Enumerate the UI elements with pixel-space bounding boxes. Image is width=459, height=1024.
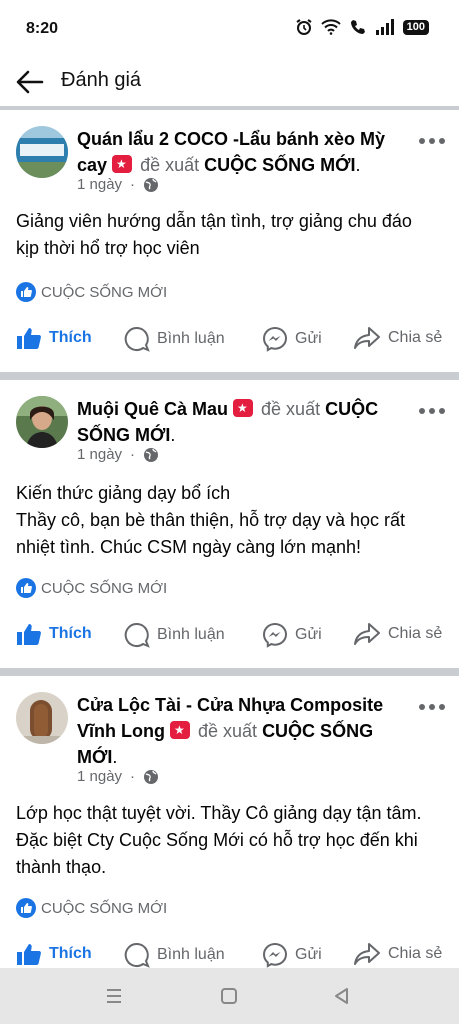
comment-label: Bình luận (157, 626, 225, 643)
post-time[interactable]: 1 ngày (77, 768, 122, 785)
globe-icon (144, 769, 159, 784)
avatar[interactable] (16, 396, 68, 448)
recommend-verb: đề xuất (198, 721, 258, 741)
recommend-verb: đề xuất (261, 399, 321, 419)
messenger-icon (262, 942, 288, 968)
send-button[interactable]: Gửi (262, 326, 322, 352)
like-label: Thích (49, 945, 92, 962)
share-label: Chia sẻ (388, 945, 443, 962)
like-summary-text: CUỘC SỐNG MỚI (41, 579, 168, 597)
review-header: Muội Quê Cà Mau đề xuất CUỘC SỐNG MỚI. (77, 396, 407, 448)
like-summary-text: CUỘC SỐNG MỚI (41, 283, 168, 301)
recommend-icon (112, 155, 133, 173)
like-button[interactable]: Thích (16, 942, 92, 966)
thumbs-up-icon (17, 328, 41, 349)
share-button[interactable]: Chia sẻ (353, 942, 442, 966)
comment-icon (124, 622, 150, 648)
signal-icon (375, 19, 394, 35)
wifi-icon (320, 19, 341, 35)
globe-icon (144, 177, 159, 192)
like-summary[interactable]: CUỘC SỐNG MỚI (16, 578, 167, 598)
section-divider (0, 106, 459, 110)
reviewer-name[interactable]: Muội Quê Cà Mau (77, 399, 228, 419)
comment-icon (124, 326, 150, 352)
review-post: Cửa Lộc Tài - Cửa Nhựa Composite Vĩnh Lo… (0, 692, 459, 968)
more-options-icon[interactable] (419, 704, 445, 712)
app-header: Đánh giá (0, 58, 459, 106)
comment-button[interactable]: Bình luận (124, 326, 225, 352)
send-label: Gửi (295, 330, 322, 347)
share-icon (354, 943, 380, 965)
action-bar: Thích Bình luận Gửi Chia sẻ (0, 622, 459, 652)
review-post: Muội Quê Cà Mau đề xuất CUỘC SỐNG MỚI. 1… (0, 396, 459, 656)
review-post: Quán lẩu 2 COCO -Lẩu bánh xèo Mỳ cay đề … (0, 126, 459, 366)
comment-button[interactable]: Bình luận (124, 622, 225, 648)
thumbs-up-icon (17, 944, 41, 965)
send-label: Gửi (295, 946, 322, 963)
review-header: Quán lẩu 2 COCO -Lẩu bánh xèo Mỳ cay đề … (77, 126, 407, 178)
send-button[interactable]: Gửi (262, 622, 322, 648)
like-summary[interactable]: CUỘC SỐNG MỚI (16, 282, 167, 302)
like-button[interactable]: Thích (16, 622, 92, 646)
system-nav-bar (0, 968, 459, 1024)
page-name[interactable]: CUỘC SỐNG MỚI (204, 155, 355, 175)
globe-icon (144, 447, 159, 462)
comment-button[interactable]: Bình luận (124, 942, 225, 968)
thumbs-up-icon (17, 624, 41, 645)
share-button[interactable]: Chia sẻ (353, 622, 442, 646)
status-icons: 100 (295, 18, 429, 36)
messenger-icon (262, 622, 288, 648)
recent-apps-icon[interactable] (104, 986, 124, 1006)
status-time: 8:20 (26, 20, 59, 37)
review-text: Giảng viên hướng dẫn tận tình, trợ giảng… (16, 211, 412, 258)
recommend-verb: đề xuất (140, 155, 200, 175)
avatar[interactable] (16, 126, 68, 178)
share-icon (354, 623, 380, 645)
post-separator (0, 668, 459, 676)
alarm-icon (296, 19, 312, 35)
action-bar: Thích Bình luận Gửi Chia sẻ (0, 326, 459, 356)
review-text: Kiến thức giảng dạy bổ ích Thầy cô, bạn … (16, 483, 406, 557)
share-label: Chia sẻ (388, 625, 443, 642)
share-button[interactable]: Chia sẻ (353, 326, 442, 350)
home-icon[interactable] (219, 986, 239, 1006)
like-summary[interactable]: CUỘC SỐNG MỚI (16, 898, 167, 918)
comment-label: Bình luận (157, 330, 225, 347)
like-label: Thích (49, 625, 92, 642)
review-text: Lớp học thật tuyệt vời. Thầy Cô giảng dạ… (16, 803, 422, 877)
post-meta: 1 ngày · (77, 176, 159, 193)
messenger-icon (262, 326, 288, 352)
page-title: Đánh giá (61, 69, 142, 91)
post-meta: 1 ngày · (77, 446, 159, 463)
share-icon (354, 327, 380, 349)
comment-label: Bình luận (157, 946, 225, 963)
like-summary-text: CUỘC SỐNG MỚI (41, 899, 168, 917)
like-label: Thích (49, 329, 92, 346)
recommend-icon (169, 721, 190, 739)
status-bar: 8:20 100 (0, 0, 459, 58)
send-button[interactable]: Gửi (262, 942, 322, 968)
back-icon[interactable] (332, 986, 352, 1006)
post-time[interactable]: 1 ngày (77, 176, 122, 193)
post-time[interactable]: 1 ngày (77, 446, 122, 463)
avatar[interactable] (16, 692, 68, 744)
send-label: Gửi (295, 626, 322, 643)
more-options-icon[interactable] (419, 138, 445, 146)
recommend-icon (233, 399, 254, 417)
like-reaction-icon (16, 898, 36, 918)
post-separator (0, 372, 459, 380)
call-icon (350, 20, 365, 34)
share-label: Chia sẻ (388, 329, 443, 346)
like-reaction-icon (16, 282, 36, 302)
like-button[interactable]: Thích (16, 326, 92, 350)
battery-indicator: 100 (402, 19, 429, 35)
more-options-icon[interactable] (419, 408, 445, 416)
back-arrow-icon[interactable] (14, 66, 46, 98)
review-header: Cửa Lộc Tài - Cửa Nhựa Composite Vĩnh Lo… (77, 692, 407, 770)
post-meta: 1 ngày · (77, 768, 159, 785)
like-reaction-icon (16, 578, 36, 598)
comment-icon (124, 942, 150, 968)
